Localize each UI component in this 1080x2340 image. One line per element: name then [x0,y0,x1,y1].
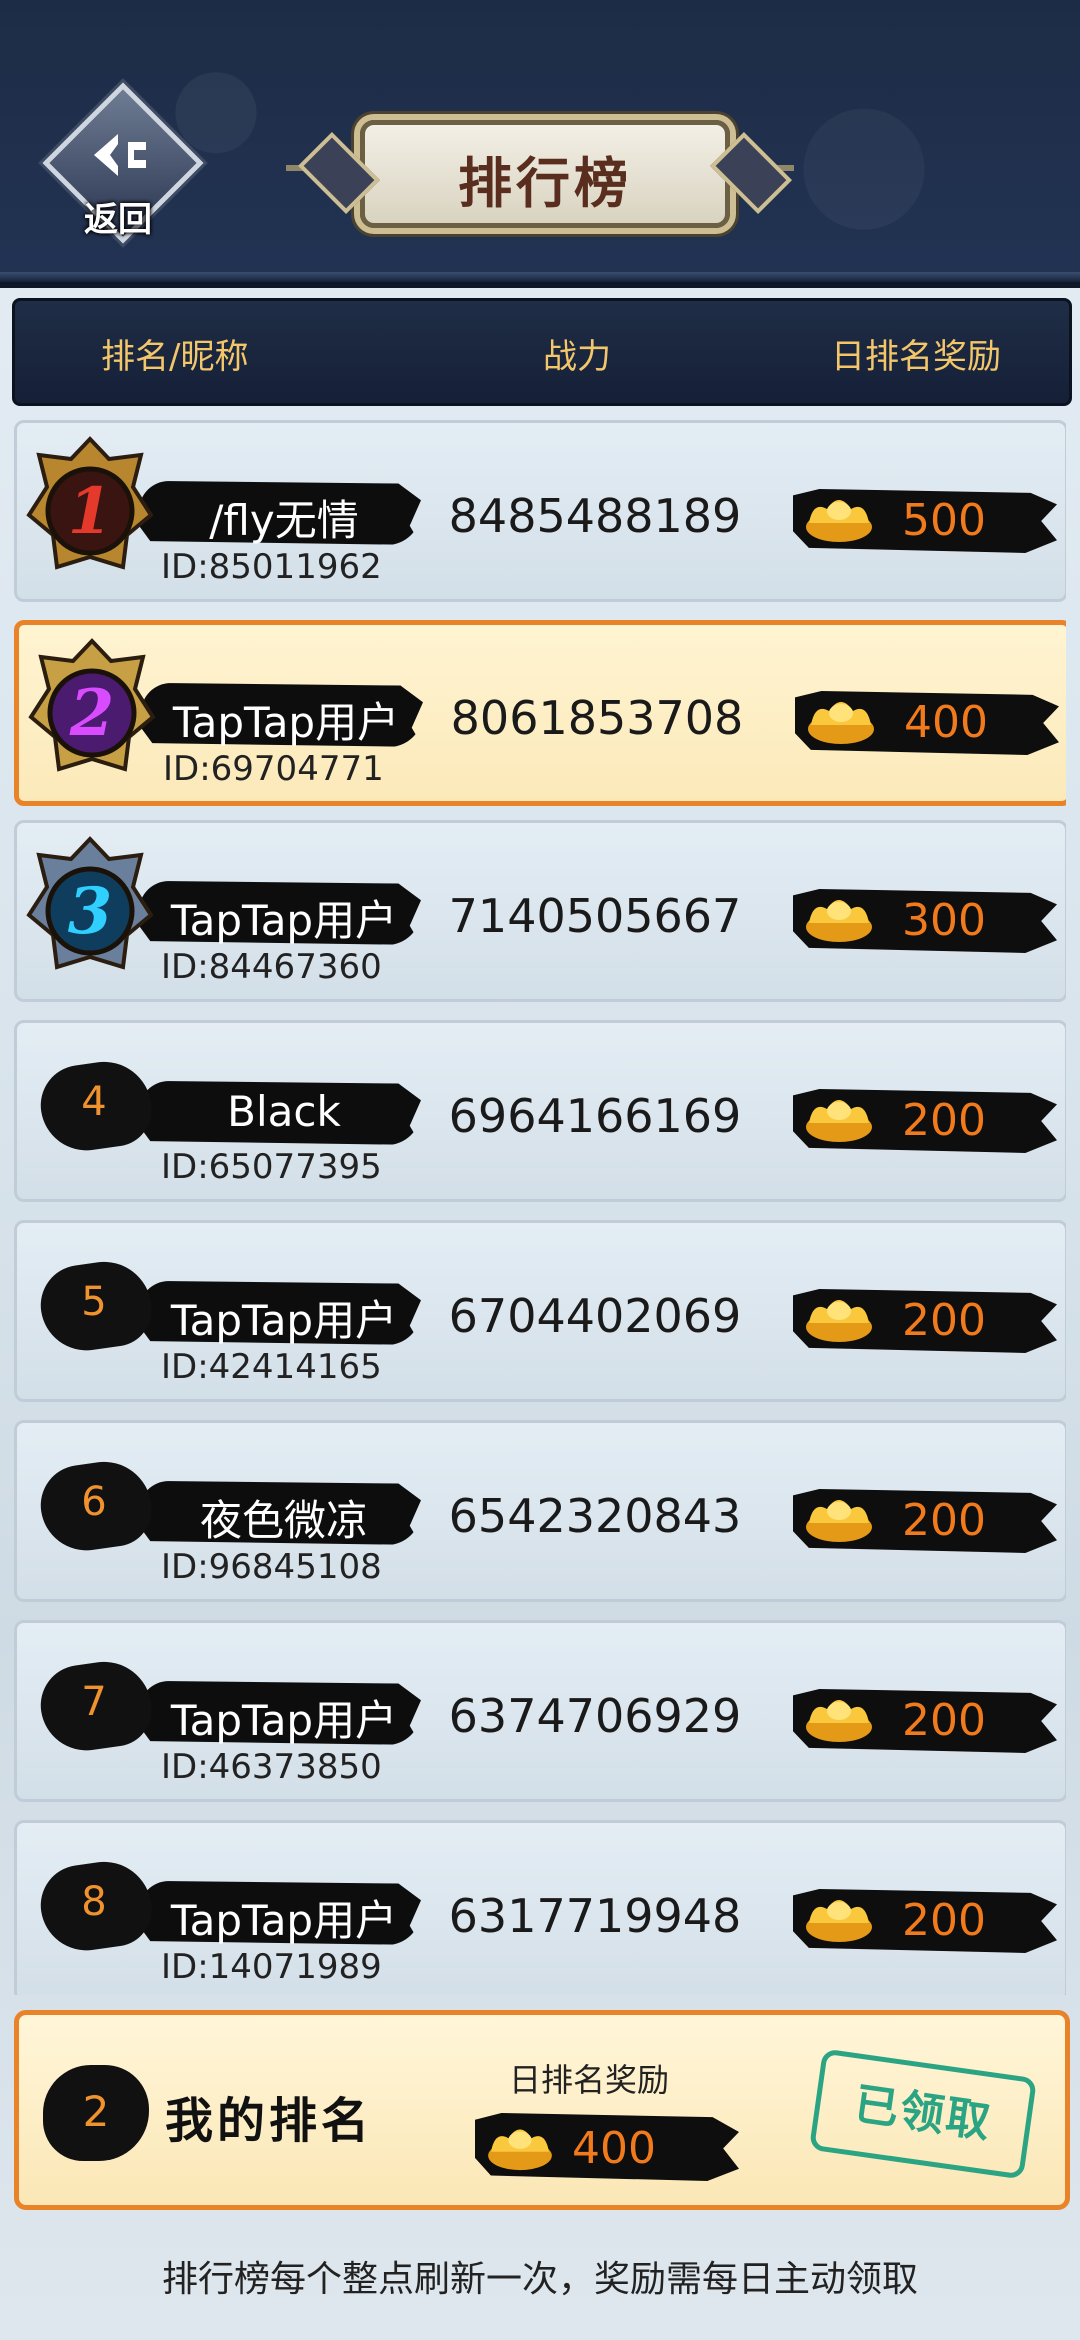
column-header: 排名/昵称 战力 日排名奖励 [12,298,1072,406]
rank-number: 5 [81,1279,107,1325]
reward-value: 200 [902,1695,986,1746]
reward-value: 400 [904,697,988,748]
gold-ingot-icon [808,702,874,744]
player-id: ID:96845108 [161,1547,382,1587]
player-power: 8485488189 [448,489,742,543]
player-name: TapTap用户 [170,1696,398,1745]
player-id: ID:69704771 [163,749,384,789]
rank-crest-number: 3 [68,874,113,949]
list-item[interactable]: 6 夜色微凉 ID:96845108 6542320843 200 [14,1420,1066,1602]
player-power: 6964166169 [448,1089,742,1143]
rank-number: 6 [81,1479,107,1525]
gold-ingot-icon [806,1500,872,1542]
ranking-list[interactable]: 1 /fly无情 ID:85011962 8485488189 500 2 Ta… [14,420,1066,1995]
player-id: ID:42414165 [161,1347,382,1387]
rank-number: 7 [81,1679,107,1725]
list-item[interactable]: 2 TapTap用户 ID:69704771 8061853708 400 [14,620,1066,806]
rank-crest-icon: 1 [26,436,154,570]
player-name: Black [227,1087,341,1136]
list-item[interactable]: 1 /fly无情 ID:85011962 8485488189 500 [14,420,1066,602]
player-power: 8061853708 [450,691,744,745]
gold-ingot-icon [806,1900,872,1942]
list-item[interactable]: 8 TapTap用户 ID:14071989 6317719948 200 [14,1820,1066,1995]
list-item[interactable]: 4 Black ID:65077395 6964166169 200 [14,1020,1066,1202]
player-id: ID:85011962 [161,547,382,587]
top-bar: 返回 排行榜 [0,0,1080,288]
reward-value: 300 [902,895,986,946]
rank-number: 8 [81,1879,107,1925]
claimed-stamp[interactable]: 已领取 [808,2048,1038,2180]
rank-crest-icon: 3 [26,836,154,970]
player-id: ID:65077395 [161,1147,382,1187]
player-power: 7140505667 [448,889,742,943]
rank-crest-number: 2 [69,676,115,751]
column-rank-name: 排名/昵称 [101,337,249,377]
gold-ingot-icon [806,1100,872,1142]
rank-number: 4 [81,1079,107,1125]
gold-ingot-icon [806,1300,872,1342]
list-item[interactable]: 7 TapTap用户 ID:46373850 6374706929 200 [14,1620,1066,1802]
gold-ingot-icon [806,900,872,942]
rank-crest-number: 1 [68,474,113,549]
rank-crest-icon: 2 [28,638,156,772]
back-label: 返回 [84,200,152,240]
footer-note: 排行榜每个整点刷新一次，奖励需每日主动领取 [161,2259,918,2300]
player-id: ID:84467360 [161,947,382,987]
player-power: 6317719948 [448,1889,742,1943]
title-plate: 排行榜 [360,120,730,228]
my-reward-title: 日排名奖励 [508,2061,669,2099]
gold-ingot-icon [806,500,872,542]
back-arrow-icon [94,134,146,176]
my-rank-label: 我的排名 [165,2093,374,2149]
reward-value: 500 [902,495,986,546]
player-id: ID:46373850 [161,1747,382,1787]
reward-value: 200 [902,1895,986,1946]
column-reward: 日排名奖励 [831,337,1001,377]
reward-value: 200 [902,1495,986,1546]
player-power: 6542320843 [448,1489,742,1543]
player-id: ID:14071989 [161,1947,382,1987]
player-name: 夜色微凉 [199,1496,368,1545]
gold-ingot-icon [806,1700,872,1742]
list-item[interactable]: 3 TapTap用户 ID:84467360 7140505667 300 [14,820,1066,1002]
player-name: /fly无情 [209,496,359,545]
my-rank-number: 2 [82,2087,110,2136]
player-power: 6704402069 [448,1289,742,1343]
gold-ingot-icon [488,2129,552,2171]
player-name: TapTap用户 [170,1896,398,1945]
my-rank-panel: 2 我的排名 日排名奖励 400 已领取 [14,2010,1070,2210]
back-button[interactable]: 返回 [42,82,204,244]
list-item[interactable]: 5 TapTap用户 ID:42414165 6704402069 200 [14,1220,1066,1402]
player-name: TapTap用户 [170,896,398,945]
player-name: TapTap用户 [172,698,400,747]
player-power: 6374706929 [448,1689,742,1743]
reward-value: 200 [902,1095,986,1146]
reward-value: 200 [902,1295,986,1346]
player-name: TapTap用户 [170,1296,398,1345]
page-title: 排行榜 [458,151,632,215]
column-power: 战力 [543,337,611,377]
my-reward-value: 400 [572,2123,656,2174]
